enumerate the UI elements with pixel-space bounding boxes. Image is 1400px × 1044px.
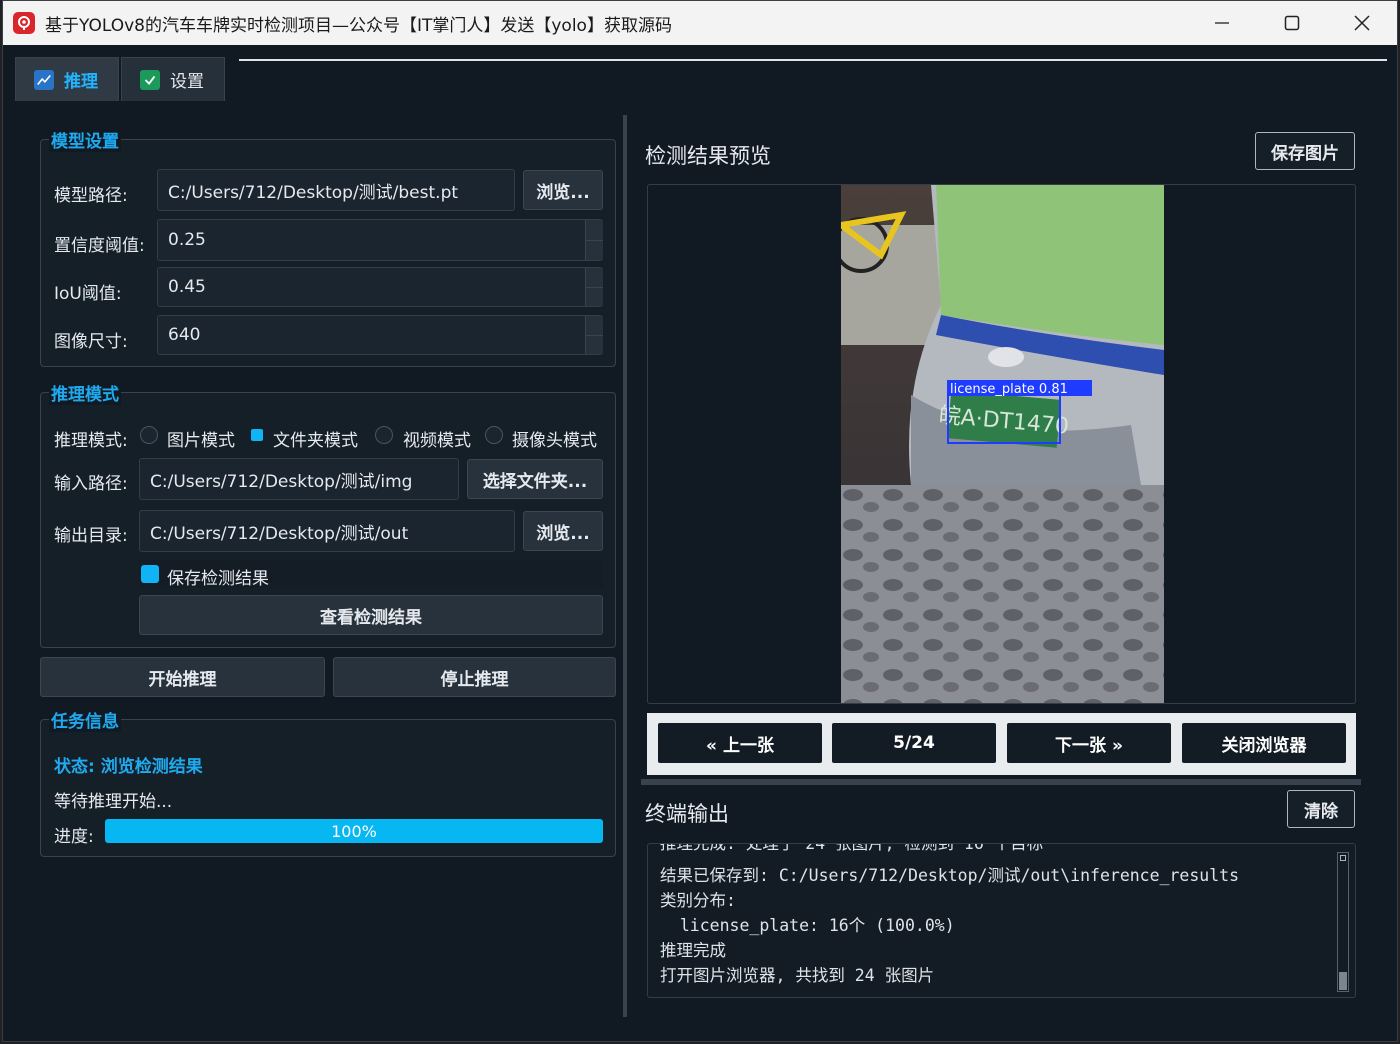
terminal-line: 打开图片浏览器, 共找到 24 张图片 [660,966,935,985]
save-results-checkbox[interactable] [141,565,159,583]
terminal-line: 类别分布: [660,891,736,910]
scroll-up-icon[interactable] [1340,855,1346,861]
inference-mode-title: 推理模式 [49,380,121,405]
progress-text: 100% [331,821,377,841]
output-browse-button[interactable]: 浏览... [523,511,603,551]
title-bar: 基于YOLOv8的汽车车牌实时检测项目—公众号【IT掌门人】发送【yolo】获取… [3,1,1397,45]
iou-spinbox[interactable]: 0.45 [157,267,603,307]
confidence-stepper[interactable] [585,220,603,260]
model-path-field[interactable]: C:/Users/712/Desktop/测试/best.pt [157,169,515,211]
stop-inference-button[interactable]: 停止推理 [333,657,616,697]
panel-separator[interactable] [641,779,1361,785]
terminal-line: 推理完成 [660,941,726,960]
tab-divider [239,59,1387,61]
image-nav-bar: « 上一张 5/24 下一张 » 关闭浏览器 [647,713,1356,775]
preview-heading: 检测结果预览 [645,144,771,168]
status-message: 等待推理开始... [54,792,173,812]
image-size-stepper[interactable] [585,316,603,354]
model-browse-button[interactable]: 浏览... [523,170,603,210]
mode-label: 推理模式: [54,431,128,451]
prev-image-button[interactable]: « 上一张 [658,723,822,763]
model-settings-title: 模型设置 [49,127,121,152]
detection-label: license_plate 0.81 [950,382,1068,397]
tab-settings[interactable]: 设置 [121,57,225,101]
radio-image-mode[interactable] [140,426,158,444]
chart-icon [34,69,54,90]
radio-video-mode-label: 视频模式 [403,431,471,451]
maximize-icon[interactable] [1257,1,1327,45]
radio-folder-mode[interactable] [251,429,263,441]
image-size-label: 图像尺寸: [54,332,128,352]
close-icon[interactable] [1327,1,1397,45]
terminal-line: 结果已保存到: C:/Users/712/Desktop/测试/out\infe… [660,866,1240,885]
radio-camera-mode-label: 摄像头模式 [512,431,597,451]
view-results-button[interactable]: 查看检测结果 [139,595,603,635]
tab-inference[interactable]: 推理 [15,57,119,101]
terminal-line: license_plate: 16个 (100.0%) [660,916,955,935]
close-browser-button[interactable]: 关闭浏览器 [1182,723,1346,763]
terminal-scrollbar[interactable] [1337,852,1349,992]
tab-inference-label: 推理 [64,72,98,92]
confidence-spinbox[interactable]: 0.25 [157,219,603,261]
image-counter: 5/24 [832,723,996,763]
clear-button[interactable]: 清除 [1287,790,1355,828]
app-logo-icon [13,12,35,34]
save-results-label: 保存检测结果 [167,569,269,589]
window-title: 基于YOLOv8的汽车车牌实时检测项目—公众号【IT掌门人】发送【yolo】获取… [45,15,672,36]
iou-stepper[interactable] [585,268,603,306]
confidence-label: 置信度阈值: [54,236,145,256]
output-dir-field[interactable]: C:/Users/712/Desktop/测试/out [139,510,515,552]
panel-splitter[interactable] [623,115,627,1017]
detection-image: 皖A·DT1470 license_plate 0.81 [841,185,1164,703]
input-path-field[interactable]: C:/Users/712/Desktop/测试/img [139,458,459,500]
check-icon [140,69,160,90]
radio-folder-mode-label: 文件夹模式 [273,431,358,451]
radio-camera-mode[interactable] [485,426,503,444]
radio-image-mode-label: 图片模式 [167,431,235,451]
tab-settings-label: 设置 [170,72,204,92]
input-path-label: 输入路径: [54,474,128,494]
progress-bar: 100% [105,819,603,843]
image-size-spinbox[interactable]: 640 [157,315,603,355]
terminal-line: 推理完成: 处理了 24 张图片, 检测到 16 个目标 [660,843,1044,853]
start-inference-button[interactable]: 开始推理 [40,657,325,697]
scrollbar-thumb[interactable] [1339,972,1347,990]
next-image-button[interactable]: 下一张 » [1007,723,1171,763]
task-info-title: 任务信息 [49,707,121,732]
iou-label: IoU阈值: [54,284,122,304]
preview-area: 皖A·DT1470 license_plate 0.81 [647,184,1356,704]
save-image-button[interactable]: 保存图片 [1255,132,1355,170]
model-path-label: 模型路径: [54,186,128,206]
select-folder-button[interactable]: 选择文件夹... [467,459,603,499]
output-dir-label: 输出目录: [54,526,128,546]
minimize-icon[interactable] [1187,1,1257,45]
progress-label: 进度: [54,827,94,847]
app-window: 基于YOLOv8的汽车车牌实时检测项目—公众号【IT掌门人】发送【yolo】获取… [2,0,1398,1042]
terminal-heading: 终端输出 [645,802,729,826]
radio-video-mode[interactable] [375,426,393,444]
tab-bar: 推理 设置 [15,57,225,101]
terminal-output[interactable]: 推理完成: 处理了 24 张图片, 检测到 16 个目标 结果已保存到: C:/… [647,843,1356,998]
status-text: 状态: 浏览检测结果 [54,757,203,777]
